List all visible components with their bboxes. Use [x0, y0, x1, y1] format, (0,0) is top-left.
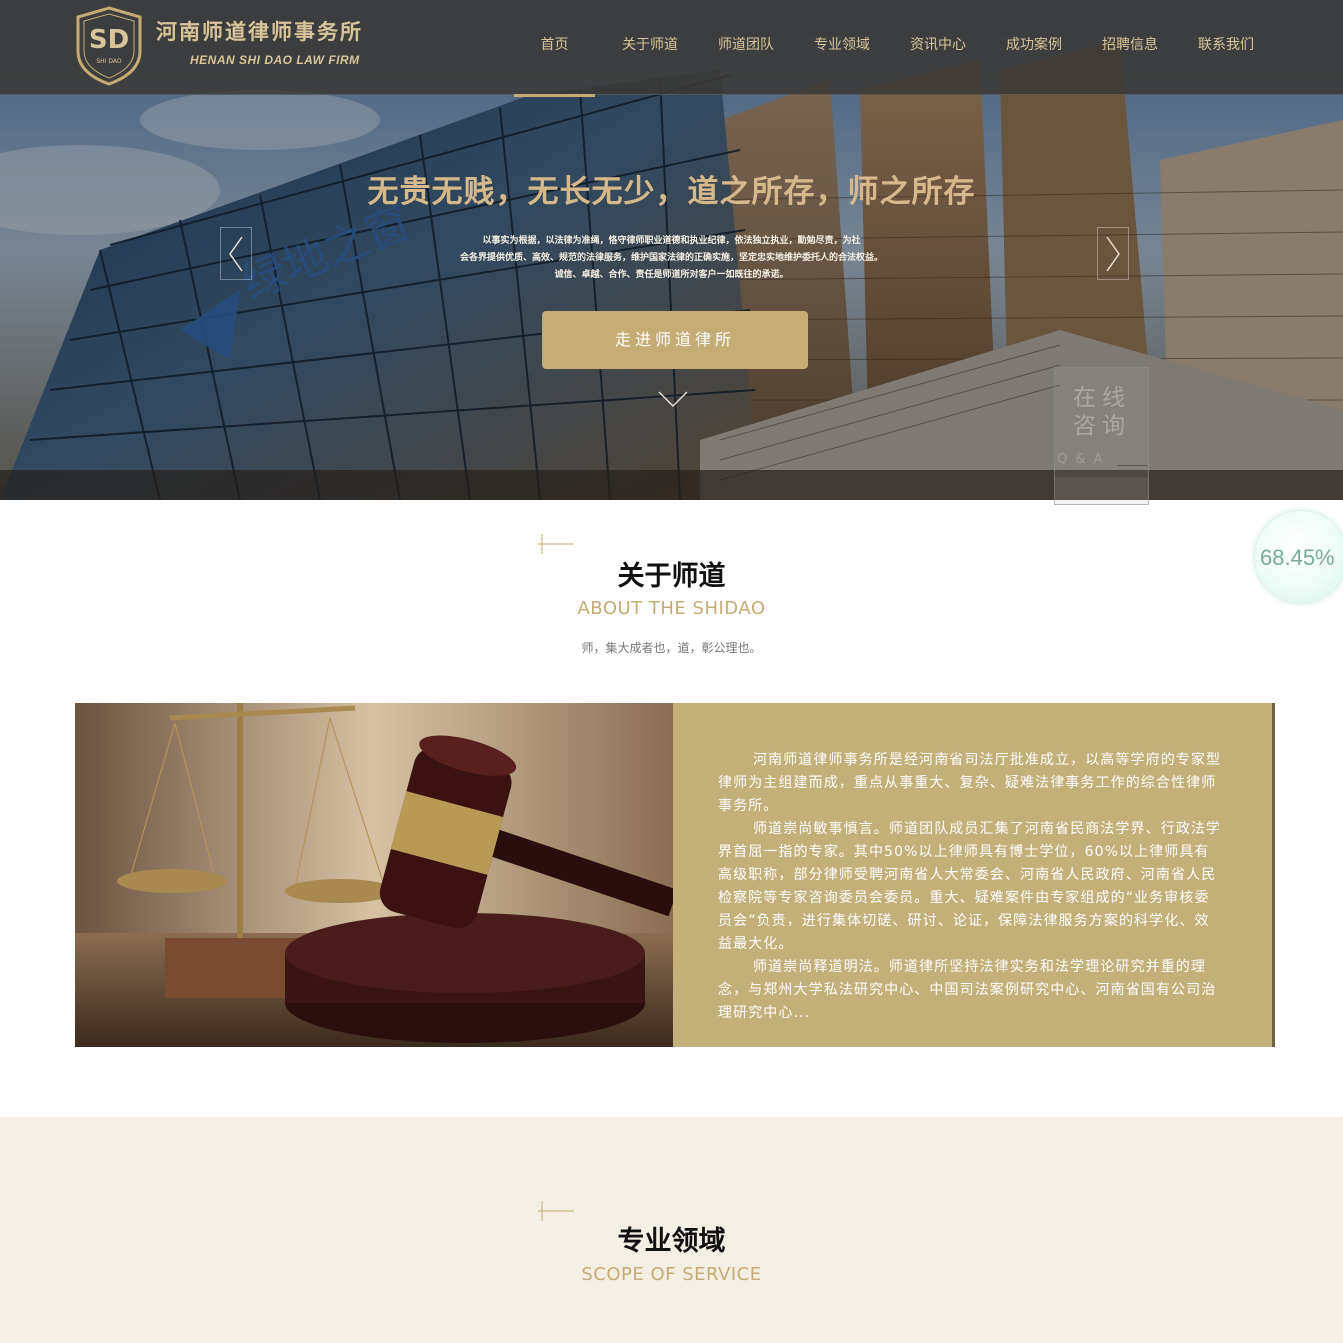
- logo-mark: SD: [89, 25, 129, 55]
- nav-item-practice-areas[interactable]: 专业领域: [787, 0, 897, 95]
- about-section-subtitle: ABOUT THE SHIDAO: [577, 598, 766, 619]
- hero-desc-line: 诚信、卓越、合作、责任是师道所对客户一如既往的承诺。: [554, 270, 789, 280]
- consult-label-en: Q & A: [1057, 452, 1105, 467]
- about-paragraph: 师道崇尚敏事慎言。师道团队成员汇集了河南省民商法学界、行政法学界首屈一指的专家。…: [718, 821, 1222, 952]
- gavel-image: [75, 703, 673, 1047]
- about-text-panel: 河南师道律师事务所是经河南省司法厅批准成立，以高等学府的专家型律师为主组建而成，…: [673, 703, 1275, 1047]
- online-consult-widget[interactable]: 在线咨询 Q & A: [1054, 367, 1149, 505]
- logo-shield-icon[interactable]: SD SHI DAO: [74, 5, 144, 87]
- nav-item-news[interactable]: 资讯中心: [897, 0, 979, 95]
- hero-description: 以事实为根据，以法律为准绳，恪守律师职业道德和执业纪律，依法独立执业，勤勉尽责，…: [440, 233, 903, 284]
- about-section-title: 关于师道: [617, 561, 726, 592]
- service-section: 专业领域 SCOPE OF SERVICE: [0, 1117, 1343, 1343]
- arrow-left-icon: [229, 236, 243, 271]
- nav-item-home[interactable]: 首页: [514, 0, 595, 97]
- about-paragraph: 河南师道律师事务所是经河南省司法厅批准成立，以高等学府的专家型律师为主组建而成，…: [718, 752, 1222, 814]
- nav-item-about[interactable]: 关于师道: [595, 0, 705, 95]
- consult-footer-bar: [1055, 476, 1148, 504]
- about-motto: 师，集大成者也，道，彰公理也。: [581, 641, 762, 655]
- service-section-title: 专业领域: [617, 1226, 726, 1257]
- arrow-right-icon: [1106, 236, 1120, 271]
- slider-next-button[interactable]: [1097, 227, 1129, 280]
- site-header: SD SHI DAO 河南师道律师事务所 HENAN SHI DAO LAW F…: [0, 0, 1343, 97]
- enter-firm-button[interactable]: 走进师道律所: [542, 311, 808, 369]
- service-section-subtitle: SCOPE OF SERVICE: [581, 1264, 762, 1285]
- about-paragraph: 师道崇尚释道明法。师道律所坚持法律实务和法学理论研究并重的理念，与郑州大学私法研…: [718, 959, 1217, 1021]
- nav-item-careers[interactable]: 招聘信息: [1089, 0, 1171, 95]
- slider-prev-button[interactable]: [220, 227, 252, 280]
- hero-desc-line: 以事实为根据，以法律为准绳，恪守律师职业道德和执业纪律，依法独立执业，勤勉尽责，…: [482, 236, 861, 246]
- logo-sub: SHI DAO: [96, 58, 122, 65]
- main-nav: 首页 关于师道 师道团队 专业领域 资讯中心 成功案例 招聘信息 联系我们: [514, 0, 1281, 97]
- chevron-down-icon[interactable]: [657, 388, 689, 410]
- nav-item-team[interactable]: 师道团队: [705, 0, 787, 95]
- nav-item-cases[interactable]: 成功案例: [979, 0, 1089, 95]
- section-mark-icon: [538, 534, 574, 554]
- logo-title-en: HENAN SHI DAO LAW FIRM: [190, 53, 360, 67]
- logo-title-cn[interactable]: 河南师道律师事务所: [156, 16, 363, 46]
- consult-label: 在线咨询: [1073, 385, 1131, 439]
- nav-item-contact[interactable]: 联系我们: [1171, 0, 1281, 95]
- divider: [1117, 465, 1147, 466]
- hero-title: 无贵无贱，无长无少，道之所存，师之所存: [367, 174, 976, 210]
- page: 绿地之窗 无贵无贱，无长无少，道之所存，师之所存 以事实为根据，以法律为准绳，恪…: [0, 0, 1343, 1343]
- hero-desc-line: 会各界提供优质、高效、规范的法律服务，维护国家法律的正确实施，坚定忠实地维护委托…: [459, 253, 883, 263]
